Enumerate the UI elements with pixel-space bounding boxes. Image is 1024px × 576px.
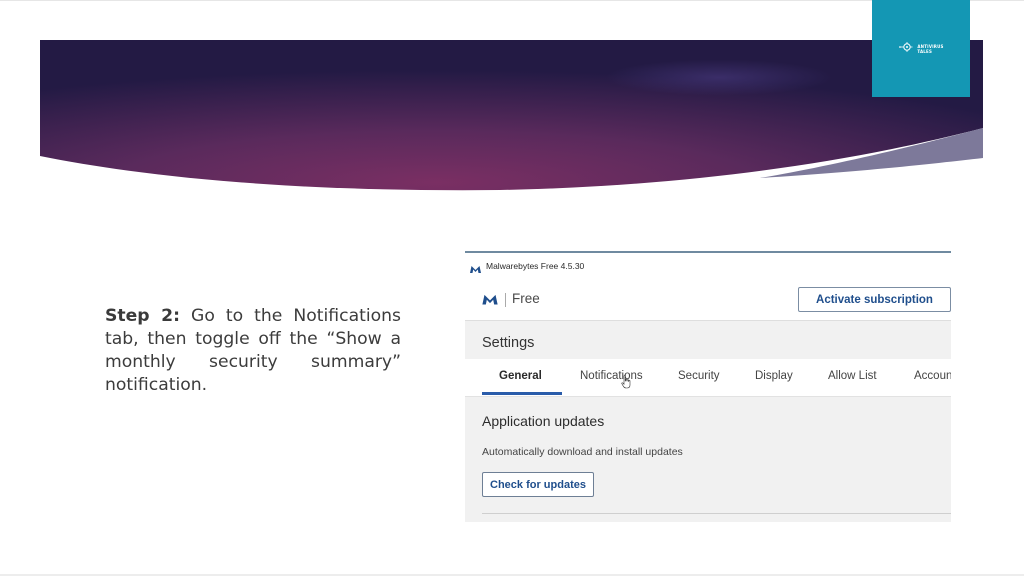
virus-icon bbox=[898, 40, 914, 58]
tab-allow-list[interactable]: Allow List bbox=[828, 370, 877, 382]
tab-general[interactable]: General bbox=[499, 370, 542, 382]
app-name: Free bbox=[512, 291, 540, 306]
hand-cursor-icon bbox=[621, 375, 632, 394]
tab-account[interactable]: Accoun bbox=[914, 370, 951, 382]
activate-subscription-button[interactable]: Activate subscription bbox=[798, 287, 951, 312]
tab-display[interactable]: Display bbox=[755, 370, 793, 382]
malwarebytes-screenshot: Malwarebytes Free 4.5.30 Free Activate s… bbox=[465, 251, 951, 522]
step-label: Step 2: bbox=[105, 306, 180, 326]
malwarebytes-logo-icon bbox=[469, 261, 482, 279]
tab-security[interactable]: Security bbox=[678, 370, 720, 382]
header-separator bbox=[505, 293, 506, 307]
brand-name: ANTIVIRUS TALES bbox=[917, 44, 943, 54]
section-divider bbox=[482, 513, 951, 514]
section-title: Application updates bbox=[482, 413, 605, 429]
settings-title: Settings bbox=[482, 335, 535, 351]
header-banner bbox=[40, 40, 983, 191]
active-tab-underline bbox=[482, 392, 562, 395]
check-for-updates-button[interactable]: Check for updates bbox=[482, 472, 594, 497]
brand-line1: ANTIVIRUS bbox=[917, 43, 944, 49]
brand-logo-box: ANTIVIRUS TALES bbox=[872, 0, 970, 97]
window-title: Malwarebytes Free 4.5.30 bbox=[486, 261, 585, 271]
malwarebytes-logo-icon bbox=[481, 292, 499, 311]
brand-line2: TALES bbox=[917, 48, 933, 54]
settings-tabs: General Notifications Security Display A… bbox=[465, 359, 951, 397]
brand-logo: ANTIVIRUS TALES bbox=[898, 40, 943, 58]
window-titlebar: Malwarebytes Free 4.5.30 bbox=[465, 253, 951, 281]
section-description: Automatically download and install updat… bbox=[482, 446, 683, 458]
app-header: Free Activate subscription bbox=[465, 281, 951, 321]
step-instructions: Step 2: Go to the Notifications tab, the… bbox=[105, 305, 401, 397]
tab-notifications[interactable]: Notifications bbox=[580, 370, 643, 382]
